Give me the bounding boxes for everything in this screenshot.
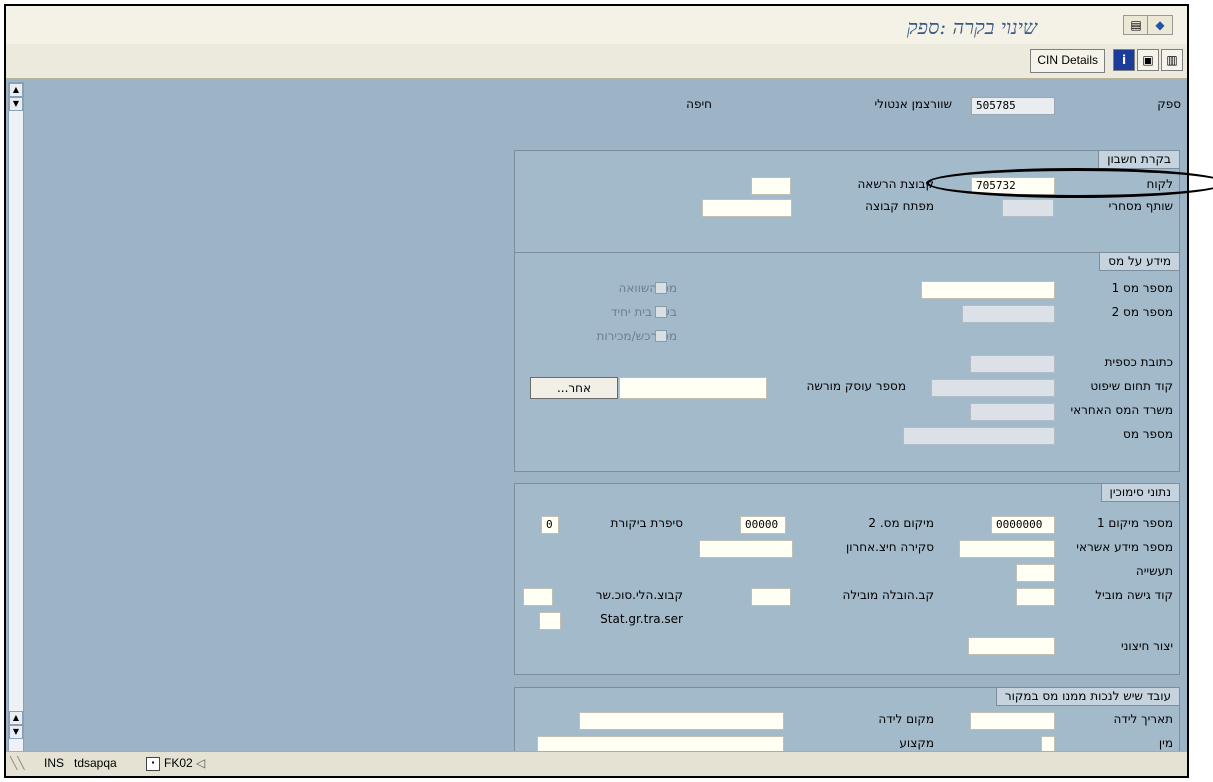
location-number-2-field[interactable]: 00000 bbox=[740, 516, 786, 534]
industry-label: תעשייה bbox=[1135, 564, 1173, 578]
service-agent-group-label: קבוצ.הלי.סוכ.שר bbox=[595, 588, 683, 602]
collapse-arrow-icon[interactable]: ◁ bbox=[196, 755, 205, 771]
stat-group-field[interactable] bbox=[539, 612, 561, 630]
layout-icon[interactable]: ▤ bbox=[1123, 15, 1149, 35]
supplier-field: 505785 bbox=[971, 97, 1055, 115]
group-title: בקרת חשבון bbox=[1098, 151, 1179, 169]
scroll-down-icon[interactable]: ▼ bbox=[9, 97, 23, 111]
last-review-field[interactable] bbox=[699, 540, 793, 558]
tax-info-group: מידע על מס מספר מס 1 מספר מס 2 מס השוואה… bbox=[514, 252, 1180, 472]
customize-icon[interactable]: ◆ bbox=[1147, 15, 1173, 35]
group-title: עובד שיש לנכות ממנו מס במקור bbox=[995, 688, 1179, 706]
cin-details-button[interactable]: CIN Details bbox=[1030, 49, 1105, 73]
sex-label: מין bbox=[1158, 736, 1173, 750]
licensed-dealer-label: מספר עוסק מורשה bbox=[806, 379, 906, 393]
scroll-down-icon[interactable]: ▼ bbox=[9, 725, 23, 739]
last-review-label: סקירה חיצ.אחרון bbox=[845, 540, 934, 554]
freight-group-label: קב.הובלה מובילה bbox=[842, 588, 935, 602]
external-manufacturer-field[interactable] bbox=[968, 637, 1055, 655]
vertical-scrollbar[interactable]: ▲ ▼ ▲ ▼ bbox=[8, 82, 24, 752]
group-title: נתוני סימוכין bbox=[1100, 484, 1179, 502]
fiscal-address-field bbox=[970, 355, 1055, 373]
group-key-field[interactable] bbox=[702, 199, 792, 217]
sap-window: שינוי בקרה :ספק ▤ ◆ CIN Details i ▣ ▥ ▲ … bbox=[4, 4, 1189, 778]
tax-number-label: מספר מס bbox=[1123, 427, 1173, 441]
save-icon[interactable]: ▥ bbox=[1161, 49, 1183, 71]
tax-office-label: משרד המס האחראי bbox=[1070, 403, 1173, 417]
tax-number-field bbox=[903, 427, 1055, 445]
resize-grip-icon: ╲╲ bbox=[10, 756, 25, 770]
supplier-label: ספק bbox=[1157, 97, 1181, 111]
freight-group-field[interactable] bbox=[751, 588, 791, 606]
credit-info-field[interactable] bbox=[959, 540, 1055, 558]
external-manufacturer-label: יצור חיצוני bbox=[1120, 639, 1173, 653]
sole-proprietor-checkbox[interactable] bbox=[655, 306, 667, 318]
birth-place-field[interactable] bbox=[579, 712, 784, 730]
carrier-access-code-label: קוד גישה מוביל bbox=[1095, 588, 1173, 602]
carrier-access-code-field[interactable] bbox=[1016, 588, 1055, 606]
scroll-up-icon[interactable]: ▲ bbox=[9, 83, 23, 97]
supplier-city: חיפה bbox=[686, 97, 712, 111]
supplier-name: שוורצמן אנטולי bbox=[874, 97, 952, 111]
location-number-1-label: מספר מיקום 1 bbox=[1096, 516, 1173, 530]
birth-date-field[interactable] bbox=[970, 712, 1055, 730]
jurisdiction-code-field bbox=[931, 379, 1055, 397]
check-digit-label: סיפרת ביקורת bbox=[610, 516, 683, 530]
equalization-tax-label: מס השוואה bbox=[618, 281, 678, 295]
session-icon: ▪ bbox=[146, 757, 160, 771]
location-number-1-field[interactable]: 0000000 bbox=[991, 516, 1055, 534]
insert-mode-indicator[interactable]: INS bbox=[44, 755, 64, 771]
check-digit-field[interactable]: 0 bbox=[541, 516, 559, 534]
trading-partner-label: שותף מסחרי bbox=[1108, 199, 1173, 213]
tax-number-1-label: מספר מס 1 bbox=[1111, 281, 1173, 295]
reference-data-group: נתוני סימוכין מספר מיקום 1 0000000 מיקום… bbox=[514, 483, 1180, 675]
stat-group-label: Stat.gr.tra.ser bbox=[600, 612, 683, 626]
screen-title: שינוי בקרה :ספק bbox=[906, 15, 1037, 39]
profession-label: מקצוע bbox=[899, 736, 934, 750]
title-bar: שינוי בקרה :ספק ▤ ◆ bbox=[6, 6, 1187, 45]
info-icon[interactable]: i bbox=[1113, 49, 1135, 71]
tax-number-1-field[interactable] bbox=[921, 281, 1055, 299]
group-title: מידע על מס bbox=[1099, 253, 1179, 271]
credit-info-label: מספר מידע אשראי bbox=[1076, 540, 1173, 554]
location-number-2-label: מיקום מס. 2 bbox=[868, 516, 934, 530]
transaction-code[interactable]: FK02 bbox=[164, 755, 193, 771]
tax-number-2-field bbox=[962, 305, 1055, 323]
document-icon[interactable]: ▣ bbox=[1137, 49, 1159, 71]
other-button[interactable]: אחר... bbox=[530, 377, 618, 399]
authorization-group-field[interactable] bbox=[751, 177, 791, 195]
server-name: tdsapqa bbox=[74, 756, 117, 770]
status-bar: ╲╲ INS tdsapqa ▪ FK02 ◁ bbox=[6, 751, 1187, 776]
tax-number-2-label: מספר מס 2 bbox=[1111, 305, 1173, 319]
sales-purchase-tax-checkbox[interactable] bbox=[655, 330, 667, 342]
industry-field[interactable] bbox=[1016, 564, 1055, 582]
sole-proprietor-label: בעל בית יחיד bbox=[610, 305, 677, 319]
equalization-tax-checkbox[interactable] bbox=[655, 282, 667, 294]
jurisdiction-code-label: קוד תחום שיפוט bbox=[1090, 379, 1173, 393]
authorization-group-label: קבוצת הרשאה bbox=[857, 177, 934, 191]
highlight-oval bbox=[926, 168, 1213, 198]
birth-date-label: תאריך לידה bbox=[1113, 712, 1173, 726]
tax-office-field bbox=[970, 403, 1055, 421]
application-toolbar: CIN Details i ▣ ▥ bbox=[6, 44, 1187, 79]
fiscal-address-label: כתובת כספית bbox=[1104, 355, 1173, 369]
licensed-dealer-field[interactable] bbox=[619, 377, 767, 399]
service-agent-group-field[interactable] bbox=[523, 588, 553, 606]
trading-partner-field bbox=[1002, 199, 1054, 217]
birth-place-label: מקום לידה bbox=[878, 712, 934, 726]
group-key-label: מפתח קבוצה bbox=[865, 199, 934, 213]
scroll-up-icon[interactable]: ▲ bbox=[9, 711, 23, 725]
